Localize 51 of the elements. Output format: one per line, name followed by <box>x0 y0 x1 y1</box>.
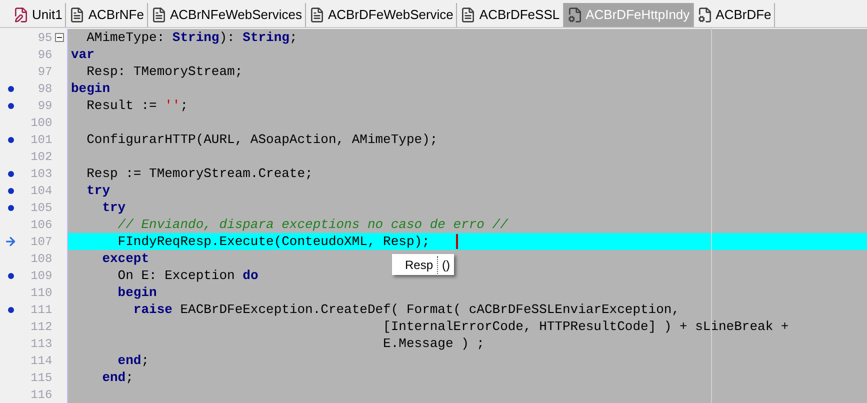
code-line: FIndyReqResp.Execute(ConteudoXML, Resp); <box>116 233 430 250</box>
line-number: 109 <box>30 268 52 284</box>
document-icon <box>308 7 325 23</box>
code-line: Resp := TMemoryStream.Create; <box>86 165 313 182</box>
line-number: 103 <box>30 166 52 182</box>
line-number: 113 <box>30 336 52 352</box>
document-gear-icon <box>696 7 713 23</box>
line-number: 99 <box>36 98 52 114</box>
code-line: begin <box>116 284 157 301</box>
line-number: 108 <box>30 250 52 268</box>
code-line: On E: Exception do <box>116 267 258 284</box>
code-line: begin <box>71 80 110 97</box>
line-number: 106 <box>30 216 52 234</box>
document-icon <box>69 7 86 23</box>
code-line: except <box>101 250 150 267</box>
line-number: 111 <box>30 302 52 318</box>
line-number: 96 <box>36 46 52 64</box>
document-gear-icon <box>566 7 583 23</box>
line-number: 102 <box>30 148 52 166</box>
code-line: var <box>71 46 94 63</box>
line-number: 100 <box>30 114 52 132</box>
hint-variable-name: Resp <box>392 256 438 274</box>
document-icon <box>150 7 167 23</box>
code-line: raise EACBrDFeException.CreateDef( Format( cACBrDFeSSLEnviarException, <box>132 301 680 318</box>
code-line: Resp: TMemoryStream; <box>86 63 243 80</box>
code-line: Result := ''; <box>86 97 188 114</box>
line-number: 116 <box>30 386 52 403</box>
line-number: 101 <box>30 132 52 148</box>
code-line: ConfigurarHTTP(AURL, ASoapAction, AMimeType); <box>86 131 438 148</box>
code-line: try <box>86 182 110 199</box>
code-line: // Enviando, dispara exceptions no caso de erro // <box>116 216 508 233</box>
line-number: 110 <box>30 284 52 302</box>
line-number: 107 <box>30 234 52 250</box>
code-line: end; <box>116 352 150 369</box>
line-number: 114 <box>30 352 52 370</box>
code-line: [InternalErrorCode, HTTPResultCode] ) + sLineBreak + <box>382 318 789 335</box>
code-line: try <box>101 199 126 216</box>
code-line: AMimeType: String): String; <box>86 29 298 46</box>
line-number: 97 <box>36 64 52 80</box>
line-number: 104 <box>30 182 52 200</box>
document-icon <box>460 7 476 23</box>
form-edit-icon <box>13 7 29 23</box>
line-number: 98 <box>36 80 52 98</box>
hint-variable-value: () <box>441 256 450 274</box>
code-line: E.Message ) ; <box>382 335 484 352</box>
line-number: 105 <box>30 200 52 216</box>
line-number: 112 <box>30 318 52 336</box>
line-number: 115 <box>30 370 52 386</box>
fold-collapse-icon[interactable] <box>55 33 64 42</box>
line-number: 95 <box>36 30 52 46</box>
code-line: end; <box>101 369 134 386</box>
